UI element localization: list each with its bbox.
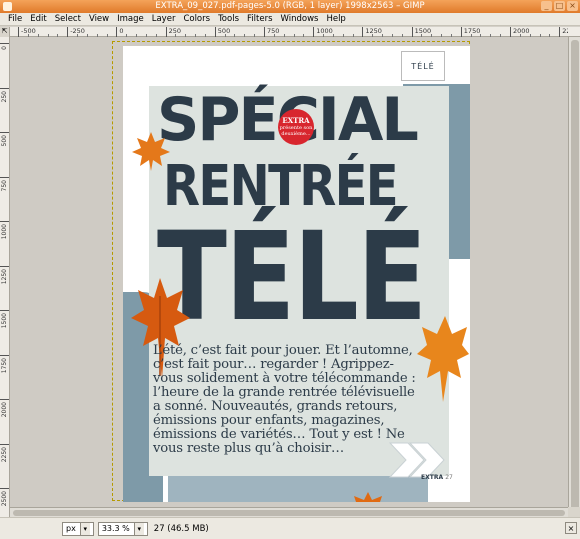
menu-view[interactable]: View [85, 13, 113, 25]
ruler-tick: 2000 [0, 399, 9, 417]
ruler-tick-label: 0 [119, 27, 124, 35]
ruler-tick: 1000 [313, 27, 333, 37]
ruler-tick-label: 1500 [1, 313, 8, 329]
ruler-tick: 0 [116, 27, 124, 37]
ruler-tick: 1000 [0, 221, 9, 239]
scrollbar-thumb[interactable] [13, 510, 565, 516]
footer-page-number: 27 [445, 474, 453, 481]
magazine-page: TÉLÉ SPÉCIAL RENTRÉE TÉLÉ EXTRA présente… [123, 46, 470, 502]
menu-image[interactable]: Image [113, 13, 148, 25]
ruler-tick: 1250 [0, 265, 9, 284]
horizontal-scrollbar[interactable] [10, 507, 568, 517]
maximize-button[interactable]: □ [554, 1, 565, 11]
ruler-tick-label: 2250 [562, 27, 568, 35]
quick-mask-corner-icon[interactable]: ⇱ [0, 27, 10, 37]
ruler-tick: 750 [0, 176, 9, 191]
ruler-tick: 250 [165, 27, 181, 37]
unit-selector[interactable]: px ▾ [62, 521, 94, 536]
horizontal-ruler[interactable]: -500 -250 0 250 500 750 1000 1250 1500 1750 2000 22… [0, 27, 580, 37]
ruler-tick: 2250 [0, 443, 9, 462]
ruler-tick-label: 1250 [1, 268, 8, 284]
menu-bar: File Edit Select View Image Layer Colors… [0, 13, 580, 26]
ruler-tick: 250 [0, 87, 9, 102]
ruler-tick: 1750 [460, 27, 480, 37]
unit-value: px [66, 524, 76, 533]
image-canvas[interactable]: TÉLÉ SPÉCIAL RENTRÉE TÉLÉ EXTRA présente… [10, 37, 568, 517]
badge-line-2: deuxième... [281, 131, 311, 138]
ruler-tick-label: 1000 [316, 27, 333, 35]
ruler-tick: -500 [18, 27, 36, 37]
menu-file[interactable]: File [4, 13, 26, 25]
headline-tele: TÉLÉ [157, 206, 427, 348]
ruler-tick: -250 [67, 27, 85, 37]
ruler-tick-label: 2000 [513, 27, 530, 35]
menu-select[interactable]: Select [51, 13, 85, 25]
pointer-icon [4, 522, 18, 536]
maple-leaf-icon [417, 316, 469, 402]
ruler-tick-label: 2500 [1, 491, 8, 507]
vertical-ruler[interactable]: 0 250 500 750 1000 1250 1500 1750 2000 2250 2500 [0, 37, 10, 517]
ruler-tick-label: 1500 [414, 27, 432, 35]
vertical-scrollbar[interactable] [568, 37, 580, 517]
maple-leaf-icon [132, 132, 170, 171]
status-info: 27 (46.5 MB) [153, 523, 209, 534]
ruler-tick-label: 500 [1, 135, 8, 147]
ruler-tick-label: 1750 [463, 27, 481, 35]
window-menu-icon[interactable] [3, 2, 12, 11]
ruler-tick-label: 750 [1, 179, 8, 191]
ruler-tick: 1500 [411, 27, 431, 37]
ruler-tick: 500 [0, 132, 9, 146]
ruler-tick: 500 [214, 27, 230, 37]
navigate-icon[interactable] [568, 507, 580, 517]
cancel-icon[interactable]: × [565, 522, 577, 534]
zoom-selector[interactable]: 33.3 % ▾ [97, 521, 148, 536]
ruler-tick-label: 250 [1, 90, 8, 102]
ruler-tick-label: 1000 [1, 224, 8, 240]
ruler-tick-label: 2000 [1, 402, 8, 418]
menu-filters[interactable]: Filters [243, 13, 276, 25]
section-tab: TÉLÉ [401, 51, 445, 81]
ruler-tick: 2000 [510, 27, 530, 37]
ruler-tick-label: 0 [1, 46, 8, 50]
menu-colors[interactable]: Colors [179, 13, 214, 25]
menu-help[interactable]: Help [322, 13, 349, 25]
ruler-tick-label: 1750 [1, 357, 8, 373]
badge-brand: EXTRA [282, 115, 310, 125]
footer-brand: EXTRA [421, 474, 444, 481]
ruler-tick-label: 2250 [1, 446, 8, 462]
page-footer: EXTRA 27 [421, 474, 453, 481]
menu-tools[interactable]: Tools [214, 13, 243, 25]
ruler-tick: 1500 [0, 310, 9, 328]
ruler-tick: 2250 [559, 27, 568, 37]
close-button[interactable]: × [567, 1, 578, 11]
zoom-value: 33.3 % [101, 524, 130, 533]
extra-badge: EXTRA présente son deuxième... [278, 109, 314, 145]
ruler-tick: 1250 [362, 27, 382, 37]
window-title-bar: EXTRA_09_027.pdf-pages-5.0 (RGB, 1 layer… [0, 0, 580, 13]
status-bar: px ▾ 33.3 % ▾ 27 (46.5 MB) × [0, 517, 580, 539]
intro-paragraph: L’été, c’est fait pour jouer. Et l’autom… [153, 343, 416, 456]
ruler-tick: 0 [0, 43, 9, 50]
window-title: EXTRA_09_027.pdf-pages-5.0 (RGB, 1 layer… [155, 1, 425, 11]
chevron-down-icon[interactable]: ▾ [79, 522, 90, 535]
ruler-tick: 1750 [0, 354, 9, 373]
chevron-down-icon[interactable]: ▾ [133, 522, 144, 535]
ruler-tick-label: 1250 [365, 27, 382, 35]
menu-edit[interactable]: Edit [26, 13, 50, 25]
menu-windows[interactable]: Windows [277, 13, 323, 25]
ruler-tick: 750 [264, 27, 279, 37]
ruler-tick: 2500 [0, 488, 9, 506]
minimize-button[interactable]: _ [541, 1, 552, 11]
maple-leaf-icon [354, 492, 382, 502]
scrollbar-thumb[interactable] [571, 40, 579, 514]
window-controls: _ □ × [541, 1, 578, 11]
menu-layer[interactable]: Layer [148, 13, 180, 25]
